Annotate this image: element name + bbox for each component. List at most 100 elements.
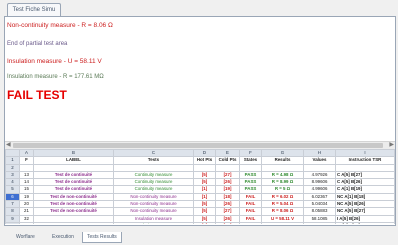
table-cell[interactable]: 33 xyxy=(19,221,34,224)
table-cell[interactable]: Continuity measure xyxy=(113,178,194,187)
table-cell[interactable]: [5] xyxy=(193,214,216,223)
header-cell[interactable]: Tests xyxy=(113,156,194,165)
scroll-left-icon[interactable]: ◀ xyxy=(6,142,11,149)
column-header-E[interactable]: E xyxy=(215,149,240,158)
column-header-G[interactable]: G xyxy=(261,149,304,158)
row-number[interactable]: 5 xyxy=(5,185,20,194)
header-cell[interactable]: LABEL xyxy=(33,156,114,165)
table-cell[interactable]: FAIL xyxy=(239,192,262,202)
table-cell[interactable]: NC A[5] B[27] xyxy=(335,207,395,216)
table-cell[interactable]: R = 5.04 Ω xyxy=(261,200,304,209)
table-cell[interactable] xyxy=(215,163,240,172)
table-cell[interactable]: Test de non-continuité xyxy=(33,200,114,209)
column-header-F[interactable]: F xyxy=(239,149,262,158)
row-number[interactable]: 10 xyxy=(5,221,20,224)
table-cell[interactable] xyxy=(261,163,304,172)
table-cell[interactable] xyxy=(113,163,194,172)
table-cell[interactable] xyxy=(335,163,395,172)
column-header-C[interactable]: C xyxy=(113,149,194,158)
table-cell[interactable]: U = 58.11 V xyxy=(261,214,304,223)
table-cell[interactable]: R = 5 Ω xyxy=(261,185,304,194)
table-cell[interactable]: I A[5] B[22] xyxy=(335,221,395,224)
table-cell[interactable]: [26] xyxy=(215,214,240,223)
tab-test-fiche-simu[interactable]: Test Fiche Simu xyxy=(7,3,61,16)
header-cell[interactable]: Results xyxy=(261,156,304,165)
tab-tests-results[interactable]: Tests Results xyxy=(82,232,122,243)
row-number[interactable]: 9 xyxy=(5,214,20,223)
table-cell[interactable]: 5.04034 xyxy=(303,200,336,209)
table-cell[interactable] xyxy=(33,221,114,224)
table-cell[interactable] xyxy=(303,163,336,172)
table-cell[interactable]: FAIL xyxy=(239,200,262,209)
table-cell[interactable] xyxy=(239,163,262,172)
table-cell[interactable]: PASS xyxy=(239,185,262,194)
table-cell[interactable]: [19] xyxy=(215,185,240,194)
table-cell[interactable]: PASS xyxy=(239,221,262,224)
table-cell[interactable]: FAIL xyxy=(239,214,262,223)
column-header-corner[interactable] xyxy=(5,149,20,158)
table-cell[interactable]: Non-continuity measure xyxy=(113,207,194,216)
table-cell[interactable]: [1] xyxy=(193,192,216,202)
scroll-right-icon[interactable]: ▶ xyxy=(389,142,394,149)
table-cell[interactable]: R = 8.06 Ω xyxy=(261,207,304,216)
table-cell[interactable]: Non-continuity measure xyxy=(113,192,194,202)
table-cell[interactable]: 8.05883 xyxy=(303,207,336,216)
table-cell[interactable]: Test de continuité xyxy=(33,170,114,180)
table-cell[interactable]: Insulation measure xyxy=(113,214,194,223)
table-cell[interactable]: C A[5] B[26] xyxy=(335,178,395,187)
header-cell[interactable]: States xyxy=(239,156,262,165)
tab-execution[interactable]: Execution xyxy=(48,232,78,242)
header-cell[interactable]: Instruction TSR xyxy=(335,156,395,165)
header-cell[interactable]: Values xyxy=(303,156,336,165)
table-cell[interactable]: C A[5] B[27] xyxy=(335,170,395,180)
table-cell[interactable]: 4.97926 xyxy=(303,170,336,180)
table-cell[interactable]: PASS xyxy=(239,170,262,180)
table-cell[interactable]: Test de non-continuité xyxy=(33,207,114,216)
table-cell[interactable] xyxy=(193,163,216,172)
column-header-D[interactable]: D xyxy=(193,149,216,158)
table-cell[interactable]: [5] xyxy=(193,170,216,180)
column-header-A[interactable]: A xyxy=(19,149,34,158)
table-cell[interactable]: [27] xyxy=(215,170,240,180)
table-cell[interactable]: [26] xyxy=(215,200,240,209)
row-number[interactable]: 2 xyxy=(5,163,20,172)
scrollbar-thumb[interactable] xyxy=(13,143,383,148)
table-cell[interactable]: Test de continuité xyxy=(33,178,114,187)
table-cell[interactable]: NC A[5] B[26] xyxy=(335,200,395,209)
table-cell[interactable]: C A[1] B[19] xyxy=(335,185,395,194)
table-cell[interactable]: 1.7761E08 xyxy=(303,221,336,224)
column-header-B[interactable]: B xyxy=(33,149,114,158)
table-cell[interactable] xyxy=(33,163,114,172)
table-cell[interactable]: Continuity measure xyxy=(113,185,194,194)
table-cell[interactable]: R = 4.98 Ω xyxy=(261,170,304,180)
table-cell[interactable]: 21 xyxy=(19,207,34,216)
table-cell[interactable]: I A[5] B[26] xyxy=(335,214,395,223)
table-cell[interactable]: FAIL xyxy=(239,207,262,216)
table-cell[interactable]: Test de non-continuité xyxy=(33,192,114,202)
table-cell[interactable]: 6.02367 xyxy=(303,192,336,202)
table-cell[interactable]: [1] xyxy=(193,185,216,194)
table-cell[interactable]: [27] xyxy=(215,207,240,216)
row-number[interactable]: 4 xyxy=(5,178,20,187)
table-cell[interactable]: NC A[1] B[18] xyxy=(335,192,395,202)
row-number[interactable]: 6 xyxy=(5,192,20,202)
row-number[interactable]: 7 xyxy=(5,200,20,209)
table-cell[interactable]: 20 xyxy=(19,200,34,209)
table-cell[interactable]: 58.1085 xyxy=(303,214,336,223)
header-cell[interactable]: F xyxy=(19,156,34,165)
row-number[interactable]: 3 xyxy=(5,170,20,180)
table-cell[interactable]: [5] xyxy=(193,221,216,224)
column-header-H[interactable]: H xyxy=(303,149,336,158)
table-cell[interactable]: Non-continuity measure xyxy=(113,200,194,209)
table-cell[interactable]: R = 8.99 Ω xyxy=(261,178,304,187)
table-cell[interactable]: 32 xyxy=(19,214,34,223)
table-cell[interactable] xyxy=(19,163,34,172)
table-cell[interactable]: Insulation measure xyxy=(113,221,194,224)
table-cell[interactable]: Test de continuité xyxy=(33,185,114,194)
row-number[interactable]: 1 xyxy=(5,156,20,165)
table-cell[interactable]: [5] xyxy=(193,207,216,216)
table-cell[interactable]: [18] xyxy=(215,192,240,202)
table-cell[interactable]: [5] xyxy=(193,200,216,209)
table-cell[interactable]: 14 xyxy=(19,178,34,187)
table-cell[interactable]: Continuity measure xyxy=(113,170,194,180)
